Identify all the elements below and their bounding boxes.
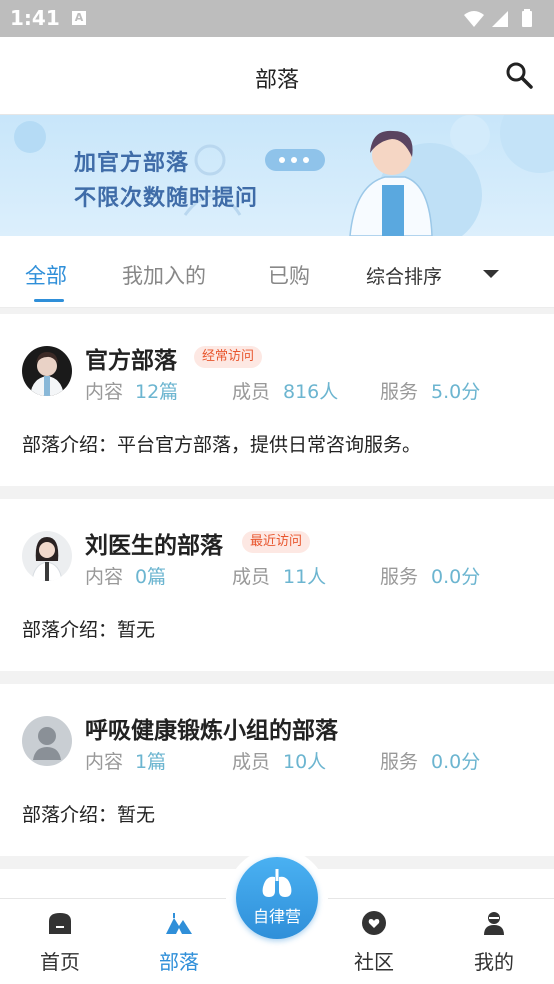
tribe-intro: 部落介绍：平台官方部落，提供日常咨询服务。: [22, 434, 422, 456]
tab-joined[interactable]: 我加入的: [122, 260, 206, 290]
nav-home[interactable]: 首页: [10, 899, 110, 984]
avatar: [22, 531, 72, 581]
content-label: 内容: [85, 751, 124, 773]
tribe-intro: 部落介绍：暂无: [22, 804, 156, 826]
members-label: 成员: [232, 566, 271, 588]
members-count: 10人: [283, 751, 327, 773]
system-status-icons: [464, 9, 532, 27]
status-badge: 经常访问: [194, 346, 263, 368]
service-rating: 0.0分: [431, 751, 481, 773]
wifi-icon: [464, 11, 484, 27]
nav-tribe[interactable]: 部落: [129, 899, 229, 984]
service-rating: 0.0分: [431, 566, 481, 588]
notification-icon: A: [72, 11, 86, 25]
members-label: 成员: [232, 381, 271, 403]
content-count: 12篇: [135, 381, 179, 403]
filter-tabs: 全部 我加入的 已购 综合排序: [0, 236, 554, 308]
signal-icon: [492, 11, 508, 27]
banner-subtitle: 不限次数随时提问: [74, 186, 259, 211]
active-tab-indicator: [34, 299, 64, 302]
search-icon[interactable]: [504, 60, 534, 90]
nav-mine-label: 我的: [474, 950, 514, 974]
tab-all[interactable]: 全部: [25, 260, 67, 290]
avatar: [22, 716, 72, 766]
members-count: 816人: [283, 381, 339, 403]
top-app-bar: 部落: [0, 37, 554, 115]
nav-home-label: 首页: [40, 950, 80, 974]
status-time: 1:41: [10, 6, 60, 30]
content-count: 0篇: [135, 566, 167, 588]
content-label: 内容: [85, 381, 124, 403]
nav-community-label: 社区: [354, 950, 394, 974]
content-count: 1篇: [135, 751, 167, 773]
service-label: 服务: [380, 751, 419, 773]
page-title: 部落: [254, 68, 299, 93]
tribe-intro: 部落介绍：暂无: [22, 619, 156, 641]
sort-dropdown[interactable]: 综合排序: [366, 262, 442, 289]
service-label: 服务: [380, 381, 419, 403]
tab-purchased[interactable]: 已购: [268, 260, 320, 290]
community-icon: [362, 911, 386, 935]
tribe-name: 刘医生的部落: [85, 533, 223, 559]
battery-icon: [522, 11, 532, 27]
avatar: [22, 346, 72, 396]
tribe-card[interactable]: 官方部落 经常访问 内容 12篇 成员 816人 服务 5.0分 部落介绍：平台…: [0, 314, 554, 486]
status-bar: 1:41 A: [0, 0, 554, 37]
service-rating: 5.0分: [431, 381, 481, 403]
self-discipline-camp-button[interactable]: 自律营: [236, 857, 318, 939]
banner-title: 加官方部落: [74, 151, 190, 176]
members-count: 11人: [283, 566, 327, 588]
content-label: 内容: [85, 566, 124, 588]
tribe-name: 呼吸健康锻炼小组的部落: [85, 718, 338, 744]
dropdown-arrow-icon[interactable]: [483, 270, 499, 278]
service-label: 服务: [380, 566, 419, 588]
status-badge: 最近访问: [242, 531, 311, 553]
tribe-card[interactable]: 刘医生的部落 最近访问 内容 0篇 成员 11人 服务 0.0分 部落介绍：暂无: [0, 499, 554, 671]
tribe-name: 官方部落: [85, 348, 177, 374]
tribe-card[interactable]: 呼吸健康锻炼小组的部落 内容 1篇 成员 10人 服务 0.0分 部落介绍：暂无: [0, 684, 554, 856]
self-discipline-camp-label: 自律营: [252, 907, 301, 926]
home-icon: [49, 913, 71, 934]
nav-mine[interactable]: 我的: [444, 899, 544, 984]
nav-tribe-label: 部落: [159, 950, 199, 974]
lungs-icon: [262, 869, 292, 897]
promo-banner[interactable]: 加官方部落 不限次数随时提问: [0, 115, 554, 236]
nav-community[interactable]: 社区: [324, 899, 424, 984]
profile-icon: [484, 912, 504, 935]
tribe-icon: [166, 913, 192, 934]
members-label: 成员: [232, 751, 271, 773]
